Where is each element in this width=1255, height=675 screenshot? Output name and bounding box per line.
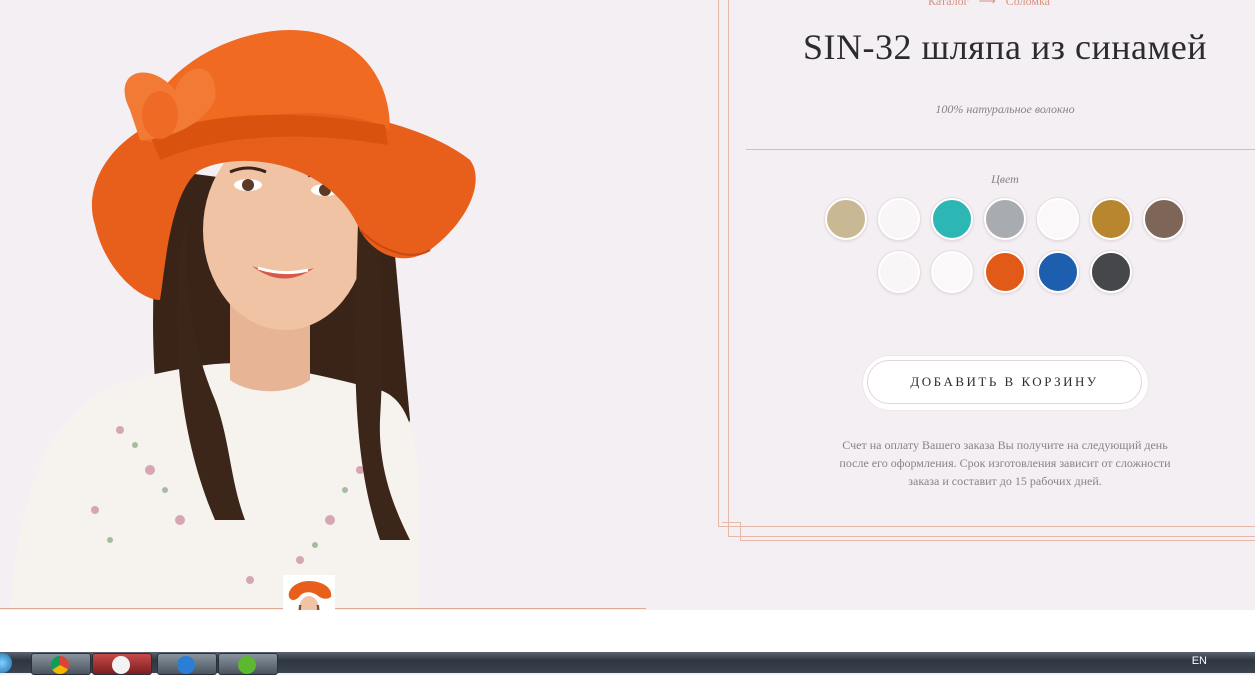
order-note: Счет на оплату Вашего заказа Вы получите…: [839, 438, 1171, 488]
breadcrumb-arrow-icon: ⟶: [978, 0, 996, 8]
color-swatch-beige[interactable]: [825, 198, 867, 240]
internet-explorer-icon: [177, 656, 195, 674]
add-to-cart-wrapper: ДОБАВИТЬ В КОРЗИНУ: [863, 356, 1148, 410]
frame-corner-decoration: [722, 522, 741, 541]
system-tray: EN: [1192, 655, 1247, 667]
product-photo: [0, 0, 718, 610]
color-swatch-turquoise[interactable]: [931, 198, 973, 240]
breadcrumb-catalog-link[interactable]: Каталог: [928, 0, 969, 9]
color-swatch-light-gray[interactable]: [984, 198, 1026, 240]
thumbnail-image: [283, 575, 335, 610]
chrome-icon: [51, 656, 69, 674]
color-swatch-white[interactable]: [1037, 198, 1079, 240]
taskbar-utorrent-button[interactable]: [218, 653, 278, 675]
windows-taskbar: EN: [0, 652, 1255, 675]
color-swatch-white[interactable]: [878, 198, 920, 240]
color-swatch-white[interactable]: [878, 251, 920, 293]
taskbar-chrome-button[interactable]: [31, 653, 91, 675]
color-swatch-royal-blue[interactable]: [1037, 251, 1079, 293]
breadcrumb: Каталог ⟶ Соломка: [928, 0, 1050, 9]
product-page: Каталог ⟶ Соломка SIN-32 шляпа из синамей …: [0, 0, 1255, 610]
utorrent-icon: [238, 656, 256, 674]
language-indicator[interactable]: EN: [1192, 655, 1207, 667]
add-to-cart-button[interactable]: ДОБАВИТЬ В КОРЗИНУ: [867, 360, 1142, 404]
taskbar-ie-button[interactable]: [157, 653, 217, 675]
color-swatch-mustard[interactable]: [1090, 198, 1132, 240]
model-wearing-hat-image: [10, 30, 476, 610]
frame-bottom-line: [740, 540, 1255, 547]
red-app-icon: [112, 656, 130, 674]
color-label: Цвет: [991, 172, 1019, 186]
gallery-strip: [0, 610, 1255, 652]
color-swatch-dark-gray[interactable]: [1090, 251, 1132, 293]
product-subtitle: 100% натуральное волокно: [935, 102, 1075, 116]
color-swatch-white[interactable]: [931, 251, 973, 293]
color-swatch-orange[interactable]: [984, 251, 1026, 293]
product-title: SIN-32 шляпа из синамей: [803, 27, 1207, 67]
taskbar-red-app-button[interactable]: [92, 653, 152, 675]
breadcrumb-straw-link[interactable]: Соломка: [1006, 0, 1050, 9]
gallery-thumbnail[interactable]: [283, 575, 335, 610]
start-orb-icon[interactable]: [0, 653, 12, 673]
color-swatch-brown[interactable]: [1143, 198, 1185, 240]
section-divider: [746, 149, 1255, 150]
